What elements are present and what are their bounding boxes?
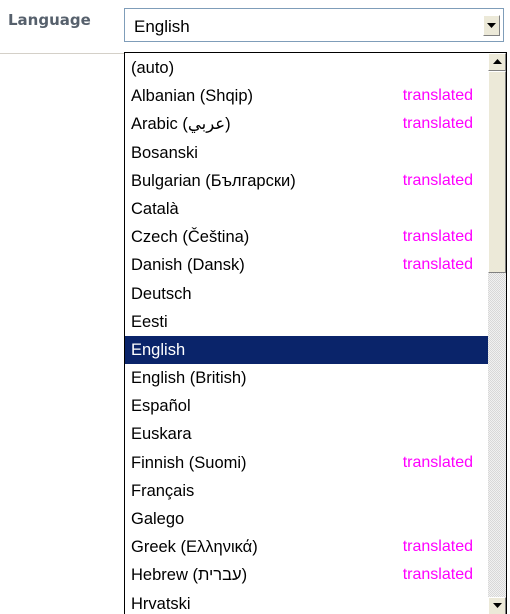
- language-option[interactable]: Eesti: [125, 308, 488, 336]
- language-option[interactable]: English (British): [125, 364, 488, 392]
- option-label: Bulgarian (Български): [131, 171, 296, 190]
- option-label: Français: [131, 481, 195, 500]
- scroll-down-arrow-icon: [492, 603, 502, 608]
- language-dropdown-list[interactable]: (auto) Albanian (Shqip) translated Arabic (…: [124, 52, 507, 614]
- translated-tag: translated: [402, 453, 473, 471]
- scroll-up-button[interactable]: [488, 53, 506, 71]
- option-label: Bosanski: [131, 143, 198, 162]
- translated-tag: translated: [402, 171, 473, 189]
- option-label: Hebrew (עברית): [131, 566, 248, 585]
- language-option[interactable]: Greek (Ελληνικά) translated: [125, 533, 488, 561]
- language-option[interactable]: Finnish (Suomi) translated: [125, 449, 488, 477]
- scroll-down-button[interactable]: [488, 597, 506, 614]
- option-label: Greek (Ελληνικά): [131, 538, 258, 557]
- language-option[interactable]: Bulgarian (Български) translated: [125, 167, 488, 195]
- option-label: Galego: [131, 510, 185, 528]
- language-option[interactable]: Danish (Dansk) translated: [125, 251, 488, 279]
- translated-tag: translated: [402, 115, 473, 133]
- language-select[interactable]: English: [124, 8, 504, 42]
- option-label: Euskara: [131, 425, 192, 444]
- language-option[interactable]: English: [125, 335, 488, 365]
- language-option[interactable]: Euskara: [125, 420, 488, 448]
- language-option[interactable]: Hebrew (עברית) translated: [125, 561, 488, 589]
- option-label: English (British): [131, 369, 247, 388]
- option-label: Català: [131, 199, 179, 218]
- dropdown-toggle-button[interactable]: [483, 15, 500, 36]
- option-label: Albanian (Shqip): [131, 87, 253, 106]
- options-container: (auto) Albanian (Shqip) translated Arabic (…: [125, 54, 488, 614]
- language-option[interactable]: (auto): [125, 54, 488, 82]
- language-option[interactable]: Czech (Čeština) translated: [125, 223, 488, 251]
- option-label: Finnish (Suomi): [131, 453, 247, 472]
- selected-language-value: English: [134, 17, 190, 36]
- language-option[interactable]: Hrvatski: [125, 590, 488, 614]
- scrollbar-thumb[interactable]: [488, 71, 506, 273]
- option-label: (auto): [131, 59, 175, 77]
- scroll-up-arrow-icon: [492, 59, 502, 64]
- divider-line: [0, 53, 124, 54]
- option-label: Español: [131, 397, 191, 416]
- language-option[interactable]: Français: [125, 477, 488, 505]
- dropdown-scrollbar[interactable]: [488, 53, 506, 614]
- translated-tag: translated: [402, 87, 473, 105]
- language-option[interactable]: Albanian (Shqip) translated: [125, 82, 488, 110]
- language-option[interactable]: Galego: [125, 505, 488, 533]
- language-option[interactable]: Català: [125, 195, 488, 223]
- translated-tag: translated: [402, 256, 473, 274]
- option-label: Danish (Dansk): [131, 256, 245, 275]
- option-label: Arabic (عربي): [131, 115, 231, 134]
- language-option[interactable]: Bosanski: [125, 139, 488, 167]
- translated-tag: translated: [402, 538, 473, 556]
- chevron-down-icon: [487, 22, 496, 28]
- option-label: Eesti: [131, 312, 168, 331]
- language-label: Language: [8, 11, 91, 29]
- option-label: English: [131, 340, 186, 359]
- translated-tag: translated: [402, 228, 473, 246]
- language-option[interactable]: Español: [125, 392, 488, 420]
- option-label: Czech (Čeština): [131, 228, 250, 247]
- translated-tag: translated: [402, 566, 473, 584]
- option-label: Deutsch: [131, 284, 192, 303]
- option-label: Hrvatski: [131, 594, 191, 613]
- language-option[interactable]: Arabic (عربي) translated: [125, 110, 488, 138]
- language-option[interactable]: Deutsch: [125, 280, 488, 308]
